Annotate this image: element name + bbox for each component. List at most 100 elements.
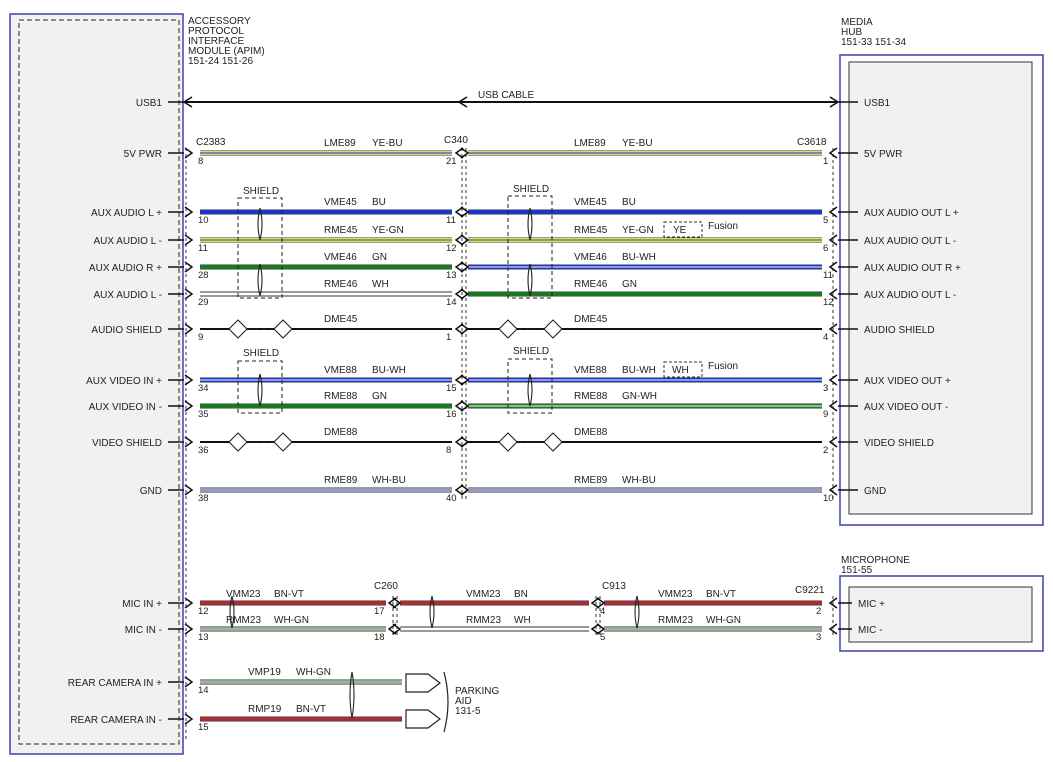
terminal-arrow xyxy=(460,374,470,386)
circuit-mic-id: RMM23 xyxy=(658,615,693,626)
fusion-label: Fusion xyxy=(708,361,738,372)
terminal-arrow xyxy=(460,261,470,273)
circuit-right-id: RME88 xyxy=(574,391,608,402)
terminal-arrow xyxy=(184,261,194,273)
apim-title: ACCESSORY PROTOCOL INTERFACE MODULE (API… xyxy=(188,16,265,67)
circuit-right-color: GN xyxy=(622,279,637,290)
circuit-right-id: VME46 xyxy=(574,252,607,263)
apim-pin-number: 38 xyxy=(198,493,209,504)
hub-pin-label: AUX AUDIO OUT L - xyxy=(864,236,956,247)
c340-pin-number: 11 xyxy=(446,215,456,226)
apim-pin-label: AUX VIDEO IN + xyxy=(86,376,162,387)
hub-pin-number: 9 xyxy=(823,409,828,420)
hub-pin-number: 2 xyxy=(823,445,828,456)
hub-pin-number: 6 xyxy=(823,243,828,254)
hub-pin-label: AUX AUDIO OUT R + xyxy=(864,263,961,274)
circuit-right-color: BU-WH xyxy=(622,252,656,263)
mic-pin-label: MIC + xyxy=(858,599,885,610)
parking-aid-connectors xyxy=(405,671,449,733)
apim-title-line: 151-24 151-26 xyxy=(188,56,253,67)
wiring-diagram: ACCESSORY PROTOCOL INTERFACE MODULE (API… xyxy=(9,13,1044,755)
connector-label: C9221 xyxy=(795,585,825,596)
apim-pin-label: GND xyxy=(140,486,162,497)
circuit-left-id: RME46 xyxy=(324,279,358,290)
circuit-mic-id: VMM23 xyxy=(466,589,501,600)
terminal-arrow xyxy=(184,597,194,609)
circuit-mic-id: RMM23 xyxy=(466,615,501,626)
apim-pin-number: 11 xyxy=(198,243,208,254)
fusion-tags: YE Fusion WH Fusion xyxy=(663,221,738,378)
shield-label: SHIELD xyxy=(243,186,279,197)
circuit-right-id: LME89 xyxy=(574,138,606,149)
circuit-left-id: DME45 xyxy=(324,314,358,325)
microphone-module xyxy=(839,575,1044,652)
microphone-title-line: 151-55 xyxy=(841,565,873,576)
apim-pin-label: AUX AUDIO L - xyxy=(93,236,162,247)
circuit-right-id: VME88 xyxy=(574,365,607,376)
apim-pin-number: 34 xyxy=(198,383,209,394)
apim-pin-number: 28 xyxy=(198,270,209,281)
circuit-left-id: DME88 xyxy=(324,427,358,438)
circuit-right-color: BU xyxy=(622,197,636,208)
apim-pin-number: 13 xyxy=(198,632,209,643)
circuit-right-id: DME45 xyxy=(574,314,608,325)
circuit-left-color: BU xyxy=(372,197,386,208)
circuit-left-color: WH xyxy=(372,279,389,290)
terminal-arrow xyxy=(184,374,194,386)
circuit-mic-color: WH-GN xyxy=(274,615,309,626)
hub-pin-label: AUX VIDEO OUT - xyxy=(864,402,948,413)
circuit-left-id: VME88 xyxy=(324,365,357,376)
circuit-mic-color: BN-VT xyxy=(706,589,736,600)
circuit-mic-color: WH-GN xyxy=(706,615,741,626)
fusion-color: WH xyxy=(672,365,689,376)
circuit-right-id: RME89 xyxy=(574,475,608,486)
circuit-left-color: GN xyxy=(372,252,387,263)
c913-pin-number: 4 xyxy=(600,606,605,617)
apim-pin-number: 35 xyxy=(198,409,209,420)
apim-pin-number: 12 xyxy=(198,606,209,617)
circuit-right-color: WH-BU xyxy=(622,475,656,486)
apim-pin-number: 36 xyxy=(198,445,209,456)
c260-pin-number: 17 xyxy=(374,606,385,617)
hub-pin-label: AUDIO SHIELD xyxy=(864,325,935,336)
c340-pin-number: 8 xyxy=(446,445,451,456)
circuit-right-id: RME46 xyxy=(574,279,608,290)
circuit-camera-id: VMP19 xyxy=(248,667,281,678)
circuit-left-color: WH-BU xyxy=(372,475,406,486)
hub-pin-label: 5V PWR xyxy=(864,149,902,160)
circuit-left-id: LME89 xyxy=(324,138,356,149)
hub-pin-number: 1 xyxy=(823,156,828,167)
mic-pin-label: MIC - xyxy=(858,625,882,636)
circuit-camera-id: RMP19 xyxy=(248,704,282,715)
circuit-right-id: RME45 xyxy=(574,225,608,236)
apim-pin-number: 10 xyxy=(198,215,209,226)
hub-pin-label: GND xyxy=(864,486,886,497)
terminal-arrow xyxy=(460,147,470,159)
circuit-left-id: VME45 xyxy=(324,197,357,208)
c340-pin-number: 40 xyxy=(446,493,457,504)
apim-pin-label: AUX AUDIO L + xyxy=(91,208,162,219)
hub-pin-number: 3 xyxy=(823,383,828,394)
shield-drain-diamonds xyxy=(228,319,563,452)
apim-pin-number: 29 xyxy=(198,297,209,308)
hub-pin-label: AUX VIDEO OUT + xyxy=(864,376,951,387)
parking-aid-title-line: 131-5 xyxy=(455,706,481,717)
c340-pin-number: 14 xyxy=(446,297,457,308)
circuit-left-id: RME45 xyxy=(324,225,358,236)
c340-pin-number: 13 xyxy=(446,270,457,281)
hub-pin-label: VIDEO SHIELD xyxy=(864,438,934,449)
c340-pin-number: 15 xyxy=(446,383,457,394)
connector-label: C260 xyxy=(374,581,398,592)
circuit-left-color: GN xyxy=(372,391,387,402)
terminal-arrow xyxy=(184,147,194,159)
apim-pin-label: REAR CAMERA IN - xyxy=(70,715,162,726)
media-hub-title: MEDIA HUB 151-33 151-34 xyxy=(841,17,906,48)
c913-pin-number: 5 xyxy=(600,632,605,643)
circuit-right-id: DME88 xyxy=(574,427,608,438)
c340-pin-number: 21 xyxy=(446,156,457,167)
terminal-arrow xyxy=(460,206,470,218)
apim-pin-number: 15 xyxy=(198,722,209,733)
media-hub-title-line: 151-33 151-34 xyxy=(841,37,906,48)
connector-label: C340 xyxy=(444,135,468,146)
hub-pin-label: AUX AUDIO OUT L - xyxy=(864,290,956,301)
